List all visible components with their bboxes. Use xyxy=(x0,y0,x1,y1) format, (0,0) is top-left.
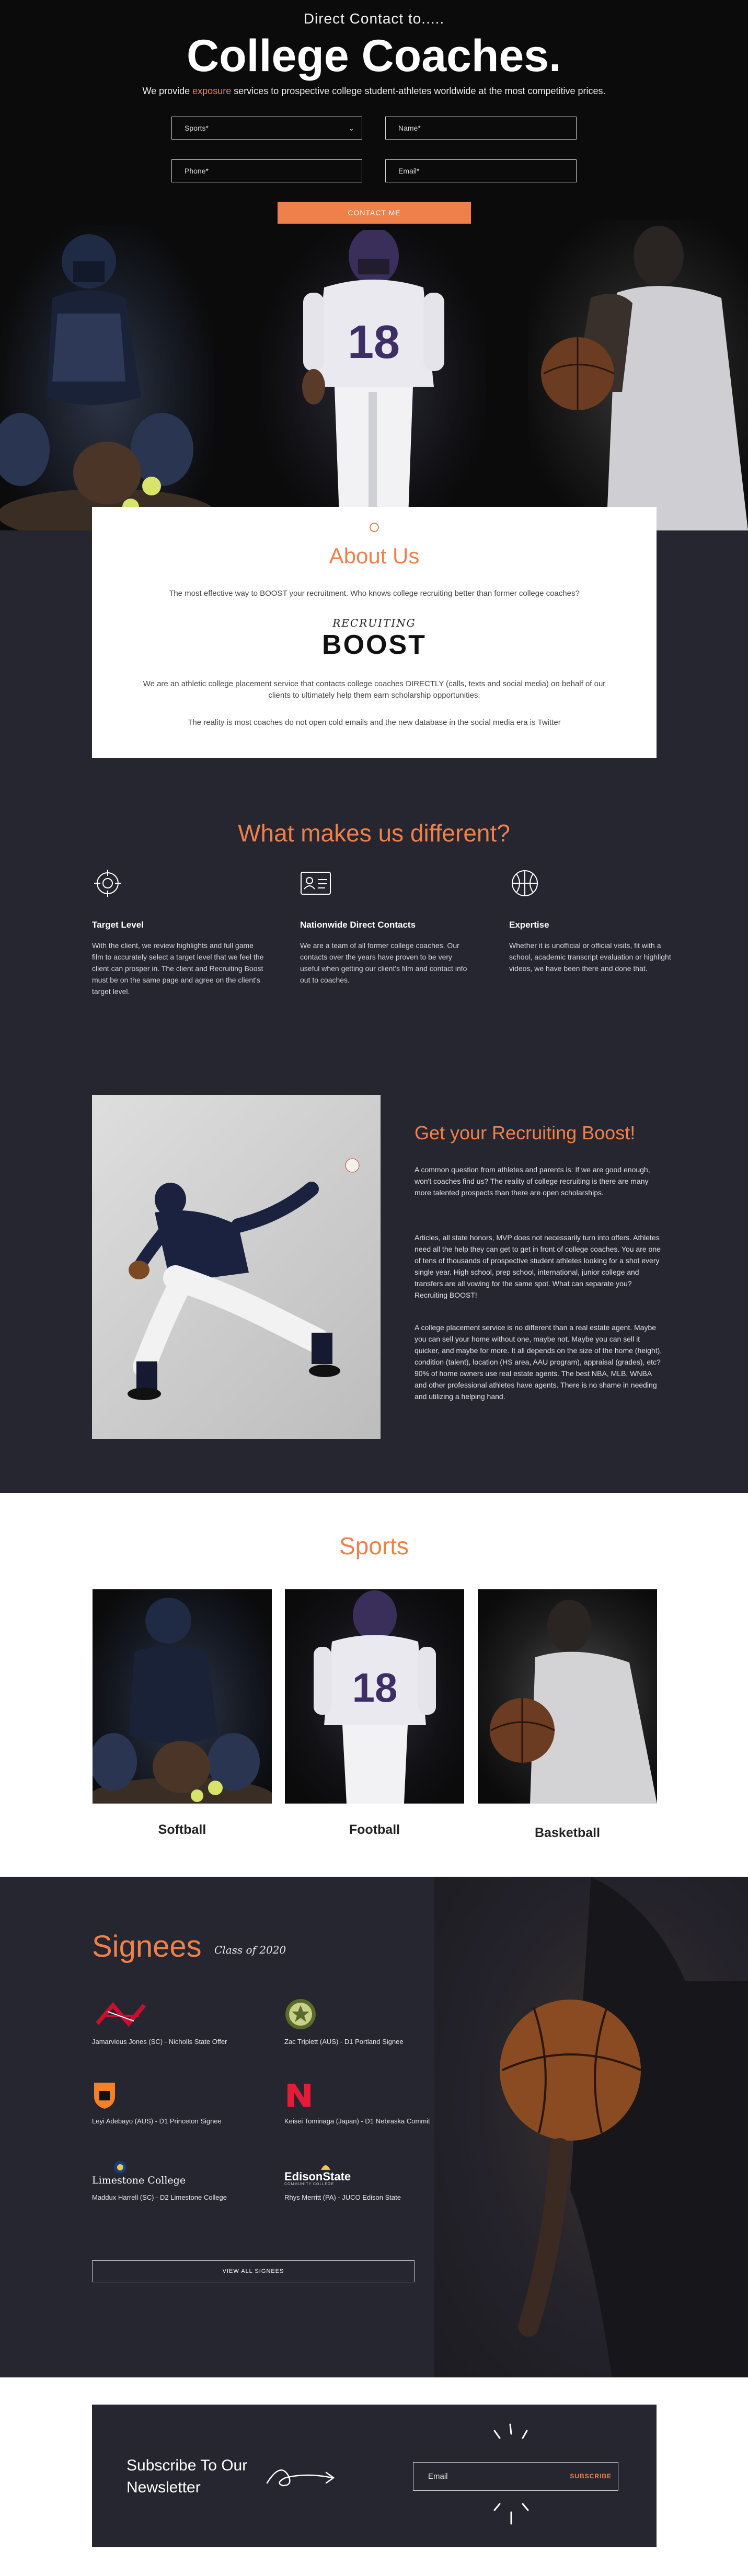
newsletter-title-line1: Subscribe To Our xyxy=(126,2457,248,2474)
signee-item: Limestone College Maddux Harrell (SC) - … xyxy=(92,2154,280,2201)
football-player-image: 18 xyxy=(261,230,486,530)
sports-title: Sports xyxy=(339,1532,409,1560)
feature-expertise: Expertise Whether it is unofficial or of… xyxy=(509,868,682,974)
svg-text:18: 18 xyxy=(348,316,400,368)
hero-subtitle-accent: exposure xyxy=(192,86,232,96)
sport-card-basketball[interactable] xyxy=(478,1589,657,1804)
signee-item: EdisonState COMMUNITY COLLEGE Rhys Merri… xyxy=(284,2154,473,2201)
signee-caption: Jamarvious Jones (SC) - Nicholls State O… xyxy=(92,2038,227,2046)
hero-title: College Coaches. xyxy=(187,31,561,81)
feature-direct-contacts: Nationwide Direct Contacts We are a team… xyxy=(300,868,473,986)
feature-text: Whether it is unofficial or official vis… xyxy=(509,941,671,973)
svg-text:18: 18 xyxy=(352,1665,398,1711)
feature-title: Nationwide Direct Contacts xyxy=(300,920,416,930)
phone-field-placeholder: Phone* xyxy=(185,167,209,175)
name-field-placeholder: Name* xyxy=(398,124,421,132)
about-card: About Us The most effective way to BOOST… xyxy=(92,507,657,758)
basketball-player-image xyxy=(528,220,748,530)
sport-card-football[interactable]: 18 xyxy=(285,1589,464,1804)
baseball-player-image xyxy=(92,1095,381,1439)
email-field-placeholder: Email* xyxy=(398,167,420,175)
sports-select[interactable]: Sports* ⌄ xyxy=(171,117,362,140)
sparkle-rays-icon xyxy=(493,2423,529,2525)
limestone-logo-text: Limestone College xyxy=(92,2175,186,2186)
recruiting-boost-logo-top: RECRUITING xyxy=(332,617,416,629)
signee-caption: Leyi Adebayo (AUS) - D1 Princeton Signee xyxy=(92,2117,222,2125)
different-title: What makes us different? xyxy=(238,819,510,847)
subscribe-button[interactable]: SUBSCRIBE xyxy=(570,2463,612,2490)
limestone-logo: Limestone College xyxy=(92,2154,280,2186)
circle-icon xyxy=(370,523,379,532)
swirl-arrow-icon xyxy=(266,2469,335,2487)
boost-paragraph-3: A college placement service is no differ… xyxy=(415,1323,662,1401)
newsletter-title-line2: Newsletter xyxy=(126,2479,201,2496)
newsletter-title: Subscribe To Our Newsletter xyxy=(126,2455,247,2499)
princeton-logo xyxy=(92,2077,280,2110)
signee-caption: Maddux Harrell (SC) - D2 Limestone Colle… xyxy=(92,2193,227,2201)
signee-item: Leyi Adebayo (AUS) - D1 Princeton Signee xyxy=(92,2077,280,2125)
view-all-signees-button[interactable]: VIEW ALL SIGNEES xyxy=(92,2260,415,2282)
feature-text: With the client, we review highlights an… xyxy=(92,941,264,996)
portland-logo xyxy=(284,1998,473,2030)
different-section: What makes us different? Target Level Wi… xyxy=(0,818,748,1095)
hero-subtitle: We provide exposure services to prospect… xyxy=(0,86,748,97)
phone-field[interactable]: Phone* xyxy=(171,159,362,182)
sports-section: Sports 18 Softball Football Basketball xyxy=(0,1493,748,1877)
about-intro: The most effective way to BOOST your rec… xyxy=(169,589,580,598)
basketball-player-background-image xyxy=(434,1877,748,2377)
signee-item: Keisei Tominaga (Japan) - D1 Nebraska Co… xyxy=(284,2077,473,2125)
edisonstate-logo-sub: COMMUNITY COLLEGE xyxy=(284,2182,335,2186)
feature-title: Expertise xyxy=(509,920,549,930)
sport-card-softball[interactable] xyxy=(93,1589,272,1804)
feature-title: Target Level xyxy=(92,920,144,930)
nebraska-logo xyxy=(284,2077,473,2110)
about-footnote: The reality is most coaches do not open … xyxy=(188,718,561,727)
newsletter-card: Subscribe To Our Newsletter Email SUBSCRI… xyxy=(92,2405,657,2547)
edisonstate-logo: EdisonState COMMUNITY COLLEGE xyxy=(284,2154,473,2186)
about-section: About Us The most effective way to BOOST… xyxy=(0,507,748,818)
hero-pretitle: Direct Contact to..... xyxy=(303,10,445,27)
hero-subtitle-after: services to prospective college student-… xyxy=(231,86,606,96)
nicholls-logo xyxy=(92,1998,280,2030)
boost-title: Get your Recruiting Boost! xyxy=(415,1122,636,1143)
signee-caption: Zac Triplett (AUS) - D1 Portland Signee xyxy=(284,2038,404,2046)
feature-text: We are a team of all former college coac… xyxy=(300,941,467,984)
softball-player-image xyxy=(0,225,214,530)
sport-label-basketball[interactable]: Basketball xyxy=(478,1826,657,1841)
sport-label-softball[interactable]: Softball xyxy=(93,1822,272,1838)
basketball-icon xyxy=(509,868,540,899)
feature-target-level: Target Level With the client, we review … xyxy=(92,868,264,997)
name-field[interactable]: Name* xyxy=(385,117,577,140)
email-field[interactable]: Email* xyxy=(385,159,577,182)
sport-label-football[interactable]: Football xyxy=(285,1822,464,1838)
newsletter-email-placeholder: Email xyxy=(428,2472,448,2481)
boost-paragraph-1: A common question from athletes and pare… xyxy=(415,1165,650,1197)
hero-subtitle-before: We provide xyxy=(142,86,193,96)
target-icon xyxy=(92,868,123,899)
recruiting-boost-logo-main: BOOST xyxy=(322,630,427,660)
id-card-icon xyxy=(300,868,331,899)
signees-section: Signees Class of 2020 Jamarvious Jones (… xyxy=(0,1877,748,2377)
about-body: We are an athletic college placement ser… xyxy=(143,679,606,700)
hero-section: Direct Contact to..... College Coaches. … xyxy=(0,0,748,530)
contact-me-button[interactable]: CONTACT ME xyxy=(278,202,471,224)
boost-paragraph-2: Articles, all state honors, MVP does not… xyxy=(415,1233,661,1299)
signee-item: Zac Triplett (AUS) - D1 Portland Signee xyxy=(284,1998,473,2046)
signee-caption: Keisei Tominaga (Japan) - D1 Nebraska Co… xyxy=(284,2117,430,2125)
boost-section: Get your Recruiting Boost! A common ques… xyxy=(0,1095,748,1493)
chevron-down-icon: ⌄ xyxy=(348,124,354,132)
edisonstate-logo-text: EdisonState xyxy=(284,2170,351,2183)
signees-title: Signees xyxy=(92,1930,202,1963)
signee-item: Jamarvious Jones (SC) - Nicholls State O… xyxy=(92,1998,280,2046)
newsletter-section: Subscribe To Our Newsletter Email SUBSCRI… xyxy=(0,2377,748,2576)
sports-select-placeholder: Sports* xyxy=(185,124,209,132)
signees-class-label: Class of 2020 xyxy=(214,1944,286,1956)
about-title: About Us xyxy=(329,544,420,568)
signee-caption: Rhys Merritt (PA) - JUCO Edison State xyxy=(284,2193,401,2201)
